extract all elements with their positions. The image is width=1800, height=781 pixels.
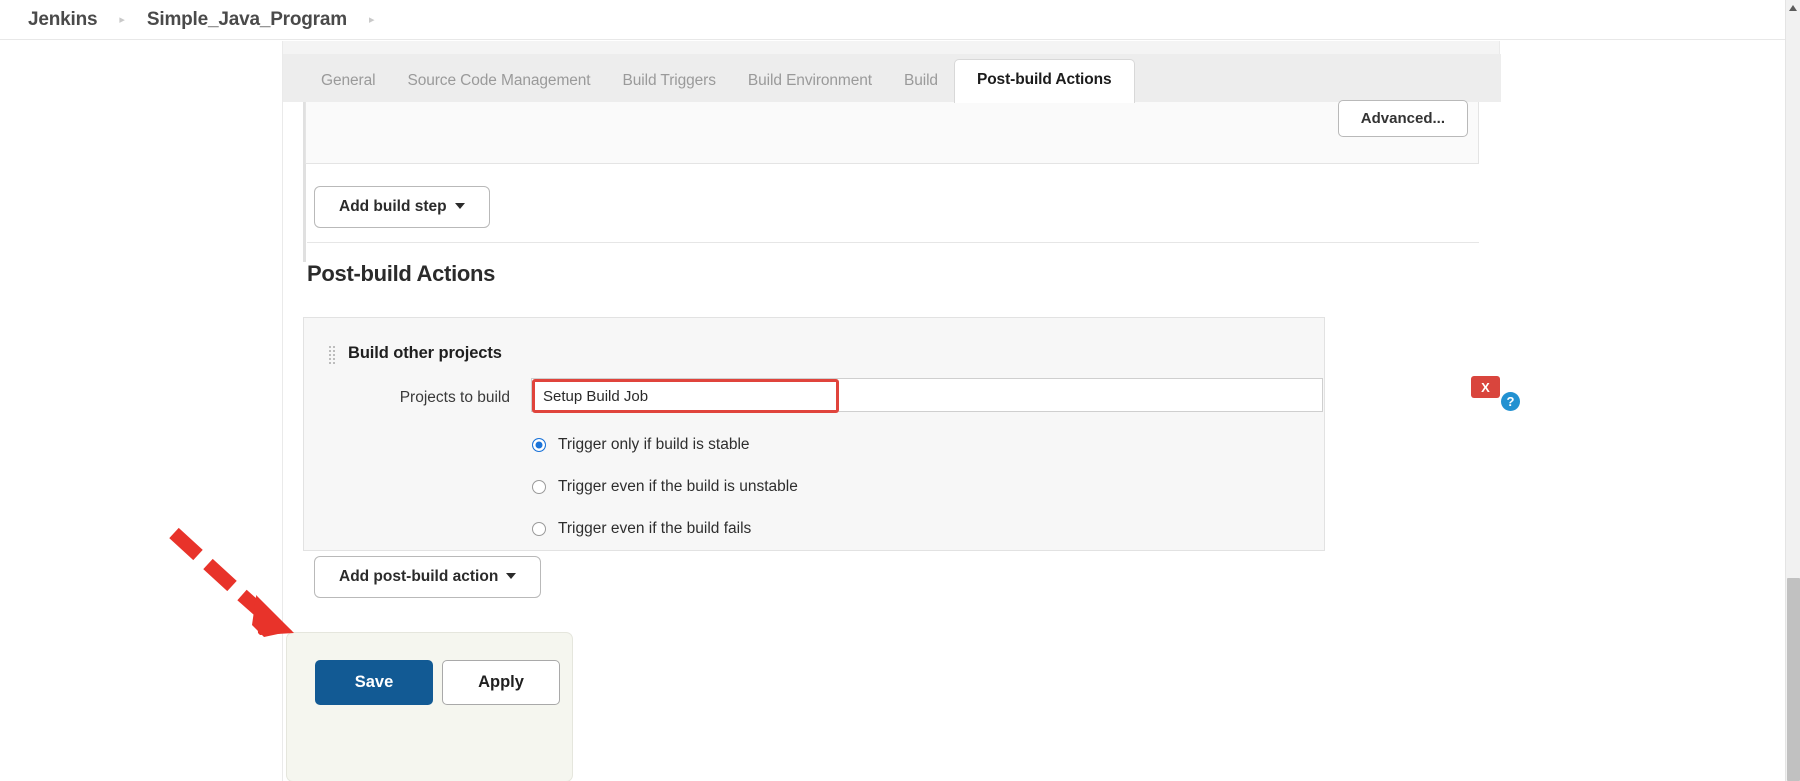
config-tab-strip: General Source Code Management Build Tri… — [283, 54, 1501, 103]
build-other-projects-title: Build other projects — [348, 344, 502, 362]
projects-to-build-input[interactable] — [532, 379, 839, 413]
radio-button-icon[interactable] — [532, 438, 546, 452]
scroll-up-arrow-icon[interactable] — [1789, 5, 1797, 11]
scrollbar-thumb[interactable] — [1787, 578, 1800, 781]
form-footer-bar: Save Apply — [286, 632, 573, 781]
breadcrumb-item-project[interactable]: Simple_Java_Program — [147, 9, 347, 31]
radio-trigger-only-if-stable[interactable]: Trigger only if build is stable — [532, 436, 750, 454]
radio-button-icon[interactable] — [532, 480, 546, 494]
tab-source-code-management[interactable]: Source Code Management — [391, 63, 606, 102]
apply-button[interactable]: Apply — [442, 660, 560, 705]
tab-build[interactable]: Build — [888, 63, 954, 102]
section-divider — [307, 242, 1479, 243]
build-other-projects-card: Build other projects Projects to build T… — [303, 317, 1325, 551]
add-post-build-action-label: Add post-build action — [339, 568, 499, 585]
radio-trigger-even-if-fails[interactable]: Trigger even if the build fails — [532, 520, 751, 538]
config-panel: General Source Code Management Build Tri… — [282, 41, 1520, 781]
tab-general[interactable]: General — [305, 63, 391, 102]
radio-button-icon[interactable] — [532, 522, 546, 536]
tab-build-triggers[interactable]: Build Triggers — [607, 63, 732, 102]
radio-label: Trigger even if the build is unstable — [558, 478, 798, 495]
config-content-area: Advanced... Add build step Post-build Ac… — [283, 100, 1520, 781]
drag-handle-icon[interactable] — [328, 345, 337, 365]
add-build-step-button[interactable]: Add build step — [314, 186, 490, 228]
breadcrumb: Jenkins ▸ Simple_Java_Program ▸ — [0, 0, 1785, 40]
delete-post-build-action-button[interactable]: X — [1471, 376, 1500, 398]
help-icon[interactable]: ? — [1501, 392, 1520, 411]
page-canvas: General Source Code Management Build Tri… — [0, 41, 1785, 781]
breadcrumb-separator-icon: ▸ — [119, 14, 125, 26]
advanced-button[interactable]: Advanced... — [1337, 100, 1468, 137]
radio-label: Trigger even if the build fails — [558, 520, 752, 537]
add-build-step-label: Add build step — [339, 198, 447, 215]
add-post-build-action-button[interactable]: Add post-build action — [314, 556, 542, 598]
radio-trigger-even-if-unstable[interactable]: Trigger even if the build is unstable — [532, 478, 798, 496]
save-button[interactable]: Save — [315, 660, 433, 705]
chevron-down-icon — [506, 573, 517, 579]
projects-to-build-label: Projects to build — [399, 389, 510, 406]
tab-build-environment[interactable]: Build Environment — [732, 63, 888, 102]
radio-label: Trigger only if build is stable — [558, 436, 750, 453]
tab-post-build-actions[interactable]: Post-build Actions — [953, 59, 1135, 103]
breadcrumb-item-jenkins[interactable]: Jenkins — [28, 9, 98, 31]
jenkins-config-page: Jenkins ▸ Simple_Java_Program ▸ General … — [0, 0, 1800, 781]
page-title: Post-build Actions — [307, 261, 496, 286]
build-step-block: Advanced... — [305, 100, 1479, 164]
vertical-scrollbar[interactable] — [1785, 0, 1800, 781]
chevron-down-icon — [454, 203, 465, 209]
projects-to-build-field-wrap — [531, 378, 1323, 413]
breadcrumb-separator-icon: ▸ — [368, 14, 375, 26]
